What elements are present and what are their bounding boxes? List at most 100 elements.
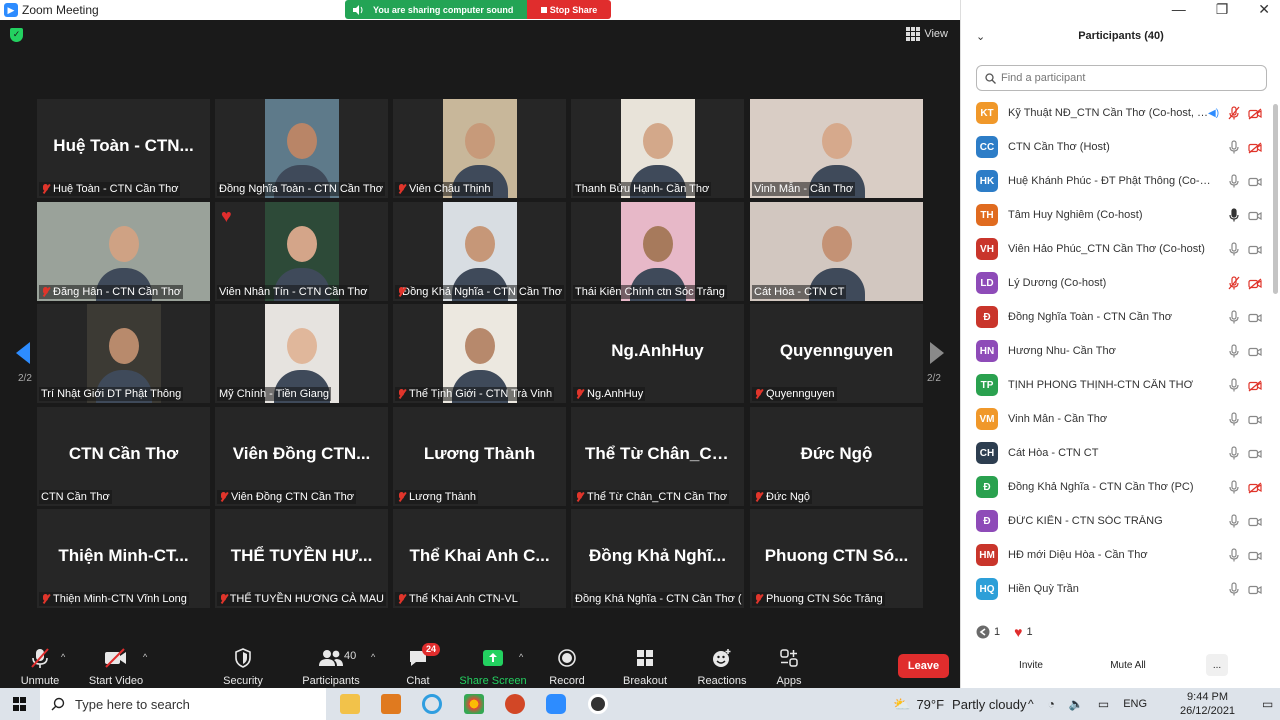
video-tile[interactable]: Đồng Khả Nghĩ... Đồng Khả Nghĩa - CTN Cần… [571,509,744,608]
participant-row[interactable]: KT Kỹ Thuật NĐ_CTN Cần Thơ (Co-host, me) ◀… [961,96,1271,130]
windows-start-icon[interactable] [13,697,27,711]
volume-icon[interactable]: 🔈 [1069,697,1084,711]
video-tile[interactable]: THỂ TUYỀN HƯ... THỂ TUYỀN HƯƠNG CÀ MAU [215,509,388,608]
video-tile[interactable]: Thiện Minh-CT... Thiện Minh-CTN Vĩnh Long [37,509,210,608]
raise-hand-reaction[interactable]: 1 [976,625,1000,639]
network-icon[interactable]: ▭ [1098,697,1109,711]
mic-muted-icon[interactable] [1228,106,1240,120]
camera-off-icon[interactable] [1248,107,1262,120]
leave-button[interactable]: Leave [898,654,949,678]
video-tile[interactable]: Thể Tịnh Giới - CTN Trà Vinh [393,304,566,403]
notification-icon[interactable]: ▭ [1262,688,1273,720]
participant-row[interactable]: Đ ĐỨC KIẾN - CTN SÓC TRĂNG [961,504,1271,538]
video-tile[interactable]: Phuong CTN Só... Phuong CTN Sóc Trăng [750,509,923,608]
mic-icon[interactable] [1228,174,1240,188]
camera-off-icon[interactable] [1248,141,1262,154]
video-tile[interactable]: Đức Ngộ Đức Ngộ [750,407,923,506]
video-tile[interactable]: Mỹ Chính - Tiền Giang [215,304,388,403]
share-options-caret-icon[interactable]: ^ [519,652,523,662]
video-tile[interactable]: Cát Hòa - CTN CT [750,202,923,301]
camera-icon[interactable] [1248,175,1262,187]
video-tile[interactable]: Huệ Toàn - CTN... Huệ Toàn - CTN Cần Thơ [37,99,210,198]
video-tile[interactable]: Thể Từ Chân_CT... Thể Từ Chân_CTN Cần Thơ [571,407,744,506]
participant-row[interactable]: HN Hương Nhu- Cần Thơ [961,334,1271,368]
video-tile[interactable]: Đăng Hân - CTN Cần Thơ [37,202,210,301]
next-page-arrow-icon[interactable] [930,342,944,364]
mic-icon[interactable] [1228,480,1240,494]
video-tile[interactable]: Viên Đồng CTN... Viên Đồng CTN Cần Thơ [215,407,388,506]
weather-widget[interactable]: ⛅ 79°F Partly cloudy [893,688,1026,720]
participant-row[interactable]: HQ Hiền Quỳ Trần [961,572,1271,606]
mic-icon[interactable] [1228,208,1240,222]
video-tile[interactable]: Ng.AnhHuy Ng.AnhHuy [571,304,744,403]
mic-icon[interactable] [1228,514,1240,528]
video-tile[interactable]: Thanh Bửu Hạnh- Cần Thơ [571,99,744,198]
show-hidden-icons-icon[interactable]: ^ [1028,697,1034,711]
video-tile[interactable]: Viên Châu Thịnh [393,99,566,198]
mic-icon[interactable] [1228,378,1240,392]
mic-icon[interactable] [1228,310,1240,324]
mic-muted-icon[interactable] [1228,276,1240,290]
language-indicator[interactable]: ENG [1123,698,1147,710]
mic-icon[interactable] [1228,242,1240,256]
camera-icon[interactable] [1248,345,1262,357]
media-player-icon[interactable] [588,694,608,714]
previous-page-arrow-icon[interactable] [16,342,30,364]
unmute-button[interactable]: Unmute [0,647,80,687]
participant-row[interactable]: HK Huệ Khánh Phúc - ĐT Phật Thông (Co-hos… [961,164,1271,198]
video-tile[interactable]: Đồng Khả Nghĩa - CTN Cần Thơ [393,202,566,301]
video-tile[interactable]: ♥ Viên Nhân Tín - CTN Cần Thơ [215,202,388,301]
participant-row[interactable]: VM Vinh Mẫn - Cần Thơ [961,402,1271,436]
video-tile[interactable]: CTN Cần Thơ CTN Cần Thơ [37,407,210,506]
view-button[interactable]: View [906,27,948,41]
video-tile[interactable]: Thái Kiên Chính ctn Sóc Trăng [571,202,744,301]
audio-options-caret-icon[interactable]: ^ [61,652,65,662]
participant-row[interactable]: HM HĐ mới Diệu Hòa - Cần Thơ [961,538,1271,572]
participant-row[interactable]: LD Lý Dương (Co-host) [961,266,1271,300]
camera-icon[interactable] [1248,209,1262,221]
wifi-icon[interactable]: ◔ [1048,697,1055,711]
participant-list-scrollbar[interactable] [1271,96,1279,608]
powerpoint-icon[interactable] [505,694,525,714]
video-tile[interactable]: Vinh Mẫn - Cần Thơ [750,99,923,198]
zoom-taskbar-icon[interactable] [546,694,566,714]
video-tile[interactable]: Đồng Nghĩa Toàn - CTN Cần Thơ [215,99,388,198]
more-options-button[interactable]: ... [1206,654,1228,676]
camera-icon[interactable] [1248,311,1262,323]
office-app-icon[interactable] [381,694,401,714]
camera-icon[interactable] [1248,549,1262,561]
mute-all-button[interactable]: Mute All [1102,654,1154,676]
participant-row[interactable]: VH Viên Hảo Phúc_CTN Cần Thơ (Co-host) [961,232,1271,266]
participant-row[interactable]: TH Tâm Huy Nghiêm (Co-host) [961,198,1271,232]
participant-row[interactable]: Đ Đồng Khả Nghĩa - CTN Cần Thơ (PC) [961,470,1271,504]
stop-share-button[interactable]: Stop Share [527,0,611,19]
record-button[interactable]: Record [527,647,607,687]
minimize-icon[interactable]: — [1172,1,1186,18]
camera-off-icon[interactable] [1248,481,1262,494]
chrome-icon[interactable] [464,694,484,714]
mic-icon[interactable] [1228,140,1240,154]
participant-row[interactable]: TP TỊNH PHONG THỊNH-CTN CẦN THƠ [961,368,1271,402]
maximize-icon[interactable]: ❐ [1216,1,1229,18]
mic-icon[interactable] [1228,582,1240,596]
clock[interactable]: 9:44 PM 26/12/2021 [1180,688,1235,720]
browser-icon[interactable] [422,694,442,714]
participant-row[interactable]: Đ Đồng Nghĩa Toàn - CTN Cần Thơ [961,300,1271,334]
video-tile[interactable]: Quyennguyen Quyennguyen [750,304,923,403]
participants-options-caret-icon[interactable]: ^ [371,652,375,662]
camera-icon[interactable] [1248,583,1262,595]
mic-icon[interactable] [1228,548,1240,562]
mic-icon[interactable] [1228,446,1240,460]
mic-icon[interactable] [1228,412,1240,426]
video-options-caret-icon[interactable]: ^ [143,652,147,662]
camera-off-icon[interactable] [1248,277,1262,290]
participants-button[interactable]: Participants [291,647,371,687]
video-tile[interactable]: Lương Thành Lương Thành [393,407,566,506]
camera-icon[interactable] [1248,515,1262,527]
security-button[interactable]: Security [203,647,283,687]
camera-off-icon[interactable] [1248,379,1262,392]
close-icon[interactable]: ✕ [1258,1,1270,18]
apps-button[interactable]: Apps [749,647,829,687]
chat-button[interactable]: 24 Chat [378,643,458,687]
participant-row[interactable]: CH Cát Hòa - CTN CT [961,436,1271,470]
